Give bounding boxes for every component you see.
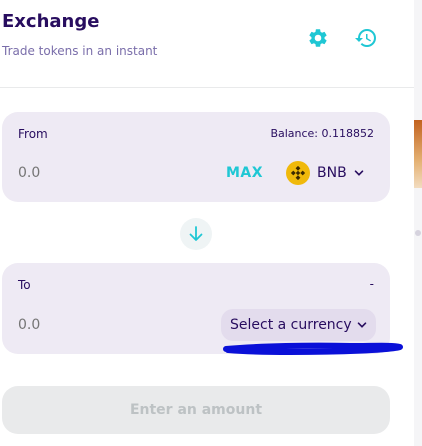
- from-panel: From Balance: 0.118852 MAX BNB: [2, 112, 390, 202]
- from-token-selector[interactable]: BNB: [286, 160, 364, 186]
- chevron-down-icon: [357, 322, 366, 328]
- arrow-down-icon: [189, 226, 203, 241]
- select-currency-button[interactable]: Select a currency: [221, 309, 376, 341]
- exchange-header: Exchange Trade tokens in an instant: [0, 0, 414, 88]
- select-currency-label: Select a currency: [230, 317, 352, 333]
- annotation-underline: [223, 342, 403, 355]
- exchange-card: Exchange Trade tokens in an instant From…: [0, 0, 414, 446]
- background-dot: [415, 230, 421, 236]
- from-label: From: [18, 127, 48, 141]
- to-label: To: [18, 278, 31, 292]
- to-amount-input[interactable]: [18, 317, 138, 333]
- from-amount-input[interactable]: [18, 165, 138, 181]
- gear-icon: [309, 29, 327, 47]
- history-button[interactable]: [354, 26, 378, 50]
- bnb-logo-icon: [286, 161, 310, 185]
- settings-button[interactable]: [306, 26, 330, 50]
- history-icon: [355, 29, 376, 48]
- background-image: [414, 120, 422, 188]
- submit-button[interactable]: Enter an amount: [2, 386, 390, 434]
- from-balance: Balance: 0.118852: [270, 127, 374, 140]
- page-title: Exchange: [2, 11, 100, 32]
- max-button[interactable]: MAX: [226, 165, 263, 181]
- page-subtitle: Trade tokens in an instant: [2, 44, 158, 58]
- switch-direction-button[interactable]: [180, 218, 212, 250]
- background-peek: [414, 0, 422, 446]
- chevron-down-icon: [354, 170, 363, 176]
- from-token-name: BNB: [317, 165, 347, 181]
- to-balance: -: [369, 277, 374, 291]
